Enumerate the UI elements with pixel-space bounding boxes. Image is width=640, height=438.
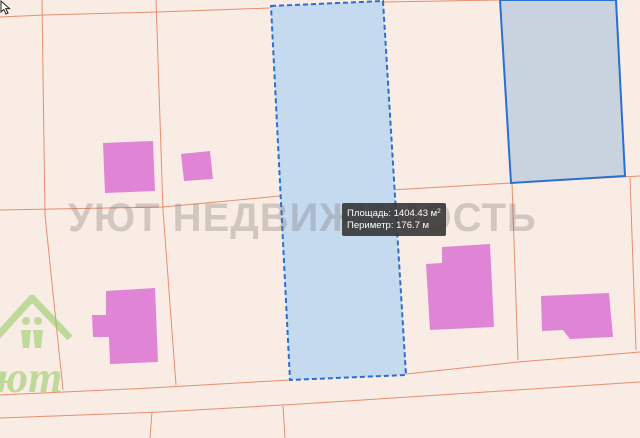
area-value: 1404.43 xyxy=(393,208,428,219)
map-canvas[interactable]: ют xyxy=(0,0,640,438)
perimeter-value: 176.7 xyxy=(396,220,420,231)
perimeter-label: Периметр: xyxy=(347,220,394,231)
area-label: Площадь: xyxy=(347,208,391,219)
selected-parcel[interactable] xyxy=(269,0,408,382)
svg-text:ют: ют xyxy=(0,353,62,402)
building[interactable] xyxy=(103,141,155,193)
arrow-cursor-icon xyxy=(0,0,11,15)
neighbor-parcel[interactable] xyxy=(498,0,627,185)
cadastral-map[interactable]: ют УЮТ НЕДВИЖИМОСТЬ Площадь: 1404.43 м2 … xyxy=(0,0,640,438)
measure-tooltip: Площадь: 1404.43 м2 Периметр: 176.7 м xyxy=(342,203,446,236)
area-row: Площадь: 1404.43 м2 xyxy=(347,206,441,220)
perimeter-unit: м xyxy=(422,220,430,231)
building[interactable] xyxy=(181,151,213,181)
area-unit-power: 2 xyxy=(437,208,441,215)
perimeter-row: Периметр: 176.7 м xyxy=(347,220,441,232)
